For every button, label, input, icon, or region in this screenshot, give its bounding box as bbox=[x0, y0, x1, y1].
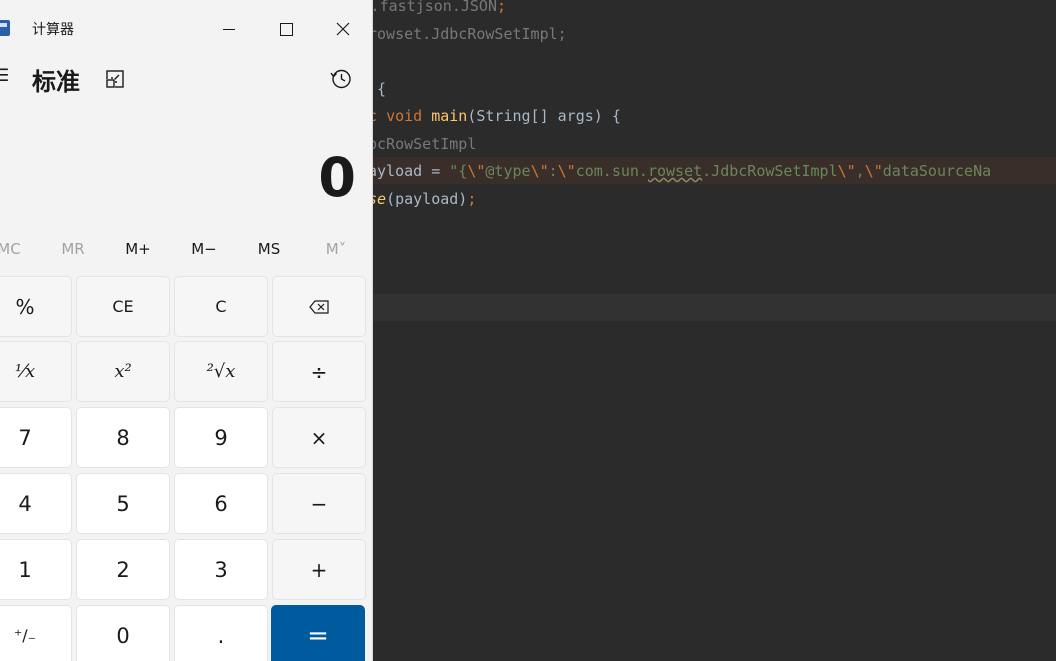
maximize-button[interactable] bbox=[271, 14, 301, 44]
code-token: ayload = bbox=[368, 162, 450, 180]
memory-clear-button[interactable]: MC bbox=[0, 240, 34, 258]
square-root-button[interactable]: ²√x bbox=[174, 341, 268, 402]
negate-button[interactable]: ⁺∕₋ bbox=[0, 605, 72, 661]
code-token: com.sun. bbox=[575, 162, 648, 180]
code-line[interactable]: ayload = "{\"@type\":\"com.sun.rowset.Jd… bbox=[368, 161, 991, 181]
reciprocal-label: ⅟x bbox=[14, 361, 36, 382]
code-line[interactable]: rowset.JdbcRowSetImpl; bbox=[368, 24, 567, 44]
code-token: (String[] args) { bbox=[467, 107, 621, 125]
code-token: \" bbox=[837, 162, 856, 180]
result-display: 0 bbox=[318, 146, 356, 209]
code-token: rowset.JdbcRowSetImpl; bbox=[368, 25, 567, 43]
close-button[interactable] bbox=[328, 14, 358, 44]
percent-button[interactable]: % bbox=[0, 276, 72, 337]
code-line[interactable]: c void main(String[] args) { bbox=[368, 106, 621, 126]
divide-button[interactable]: ÷ bbox=[272, 341, 366, 402]
hamburger-menu-icon[interactable]: ☰ bbox=[0, 66, 9, 86]
code-token: ; bbox=[467, 190, 477, 208]
mode-title: 标准 bbox=[32, 68, 80, 96]
digit-8-button[interactable]: 8 bbox=[76, 407, 170, 468]
add-button[interactable]: + bbox=[272, 539, 366, 600]
code-token: void bbox=[386, 107, 432, 125]
close-icon bbox=[336, 22, 350, 36]
digit-9-button[interactable]: 9 bbox=[174, 407, 268, 468]
calculator-window[interactable]: 计算器 ☰ 标准 0 MC MR M+ M− MS M˅ % CE C ⅟x x… bbox=[0, 0, 373, 661]
digit-0-button[interactable]: 0 bbox=[76, 605, 170, 661]
code-token: bcRowSetImpl bbox=[368, 135, 477, 153]
square-label: x² bbox=[114, 361, 132, 382]
maximize-icon bbox=[279, 22, 293, 36]
digit-3-button[interactable]: 3 bbox=[174, 539, 268, 600]
calculator-app-icon bbox=[0, 20, 10, 36]
clear-button[interactable]: C bbox=[174, 276, 268, 337]
code-line[interactable]: bcRowSetImpl bbox=[368, 134, 476, 154]
memory-subtract-button[interactable]: M− bbox=[179, 240, 229, 258]
code-token: , bbox=[855, 162, 865, 180]
backspace-icon bbox=[309, 299, 329, 314]
code-token: \" bbox=[467, 162, 486, 180]
code-token: dataSourceNa bbox=[882, 162, 992, 180]
clear-entry-button[interactable]: CE bbox=[76, 276, 170, 337]
code-token: ; bbox=[497, 0, 507, 15]
digit-6-button[interactable]: 6 bbox=[174, 473, 268, 534]
digit-5-button[interactable]: 5 bbox=[76, 473, 170, 534]
code-token: \" bbox=[530, 162, 549, 180]
code-token: @type bbox=[485, 162, 531, 180]
code-token: "{ bbox=[449, 162, 468, 180]
digit-2-button[interactable]: 2 bbox=[76, 539, 170, 600]
window-title: 计算器 bbox=[32, 22, 74, 38]
code-token: rowset bbox=[647, 162, 703, 180]
multiply-button[interactable]: × bbox=[272, 407, 366, 468]
memory-store-button[interactable]: MS bbox=[244, 240, 294, 258]
code-line[interactable]: se(payload); bbox=[368, 189, 476, 209]
memory-add-button[interactable]: M+ bbox=[113, 240, 163, 258]
square-root-label: ²√x bbox=[206, 361, 236, 382]
code-token: \" bbox=[864, 162, 883, 180]
subtract-button[interactable]: − bbox=[272, 473, 366, 534]
code-token: : bbox=[548, 162, 558, 180]
memory-row: MC MR M+ M− MS M˅ bbox=[0, 240, 372, 264]
memory-list-button[interactable]: M˅ bbox=[311, 240, 361, 258]
minimize-icon bbox=[223, 28, 235, 30]
minimize-button[interactable] bbox=[214, 14, 244, 44]
digit-4-button[interactable]: 4 bbox=[0, 473, 72, 534]
equals-button[interactable]: = bbox=[271, 605, 365, 661]
digit-1-button[interactable]: 1 bbox=[0, 539, 72, 600]
backspace-button[interactable] bbox=[272, 276, 366, 337]
history-icon[interactable] bbox=[330, 68, 352, 90]
reciprocal-button[interactable]: ⅟x bbox=[0, 341, 72, 402]
code-token: main bbox=[431, 107, 468, 125]
code-token: \" bbox=[557, 162, 576, 180]
decimal-button[interactable]: . bbox=[174, 605, 268, 661]
code-token: (payload) bbox=[386, 190, 468, 208]
digit-7-button[interactable]: 7 bbox=[0, 407, 72, 468]
memory-recall-button[interactable]: MR bbox=[48, 240, 98, 258]
square-button[interactable]: x² bbox=[76, 341, 170, 402]
keep-on-top-icon[interactable] bbox=[104, 68, 126, 90]
code-token: .JdbcRowSetImpl bbox=[702, 162, 838, 180]
title-bar[interactable]: 计算器 bbox=[0, 0, 372, 58]
